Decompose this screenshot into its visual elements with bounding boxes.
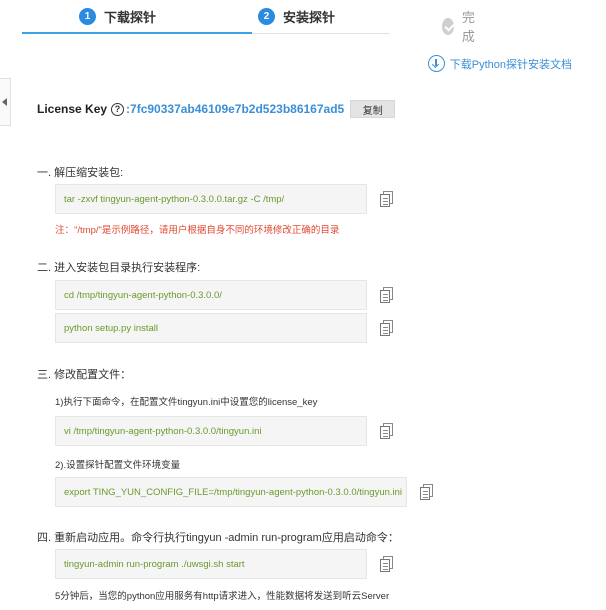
config-step-1: 1)执行下面命令，在配置文件tingyun.ini中设置您的license_ke… bbox=[55, 397, 318, 408]
copy-icon[interactable] bbox=[380, 191, 393, 207]
download-circle-icon bbox=[427, 55, 445, 72]
license-key-value: :7fc90337ab46109e7b2d523b86167ad5 bbox=[126, 102, 345, 116]
section-title-config: 三. 修改配置文件： bbox=[37, 369, 132, 381]
command-box-restart[interactable]: tingyun-admin run-program ./uwsgi.sh sta… bbox=[55, 549, 367, 579]
step-label-download: 下载探针 bbox=[104, 10, 157, 25]
download-doc-link[interactable]: 下载Python探针安装文档 bbox=[427, 55, 572, 72]
copy-license-button[interactable]: 复制 bbox=[350, 100, 396, 118]
license-key-row: License Key ? :7fc90337ab46109e7b2d523b8… bbox=[37, 100, 396, 118]
step-number-1: 1 bbox=[79, 8, 96, 25]
command-box-extract[interactable]: tar -zxvf tingyun-agent-python-0.3.0.0.t… bbox=[55, 184, 367, 214]
chevron-left-icon bbox=[2, 98, 7, 106]
copy-icon[interactable] bbox=[420, 484, 433, 500]
step-label-complete: 完成 bbox=[461, 10, 475, 44]
command-box-cd[interactable]: cd /tmp/tingyun-agent-python-0.3.0.0/ bbox=[55, 280, 367, 310]
help-icon[interactable]: ? bbox=[111, 102, 125, 116]
section-title-extract: 一. 解压缩安装包: bbox=[37, 167, 124, 179]
step-label-install: 安装探针 bbox=[283, 10, 336, 25]
config-step-2: 2).设置探针配置文件环境变量 bbox=[55, 460, 181, 471]
collapse-sidebar-tab[interactable] bbox=[0, 78, 11, 126]
copy-icon[interactable] bbox=[380, 320, 393, 336]
copy-icon[interactable] bbox=[380, 287, 393, 303]
license-key-label: License Key bbox=[37, 102, 108, 116]
step-indicator: 1 下载探针 2 安装探针 完成 bbox=[22, 0, 475, 44]
footer-note: 5分钟后，当您的python应用服务有http请求进入，性能数据将发送到听云Se… bbox=[55, 591, 390, 602]
check-circle-icon bbox=[442, 17, 454, 35]
section-title-restart: 四. 重新启动应用。命令行执行tingyun -admin run-progra… bbox=[37, 532, 399, 544]
copy-icon[interactable] bbox=[380, 556, 393, 572]
command-box-export[interactable]: export TING_YUN_CONFIG_FILE=/tmp/tingyun… bbox=[55, 477, 407, 507]
command-box-vi[interactable]: vi /tmp/tingyun-agent-python-0.3.0.0/tin… bbox=[55, 416, 367, 446]
download-doc-link-label: 下载Python探针安装文档 bbox=[449, 58, 572, 71]
step-download: 1 下载探针 bbox=[79, 7, 156, 26]
command-box-setup[interactable]: python setup.py install bbox=[55, 313, 367, 343]
copy-icon[interactable] bbox=[380, 423, 393, 439]
section-title-install: 二. 进入安装包目录执行安装程序: bbox=[37, 262, 201, 274]
step-number-2: 2 bbox=[258, 8, 275, 25]
step-install: 2 安装探针 bbox=[258, 7, 335, 26]
step-complete: 完成 bbox=[442, 7, 480, 45]
step-progress-bar bbox=[22, 32, 252, 34]
path-note: 注："/tmp/"是示例路径，请用户根据自身不同的环境修改正确的目录 bbox=[55, 225, 340, 236]
